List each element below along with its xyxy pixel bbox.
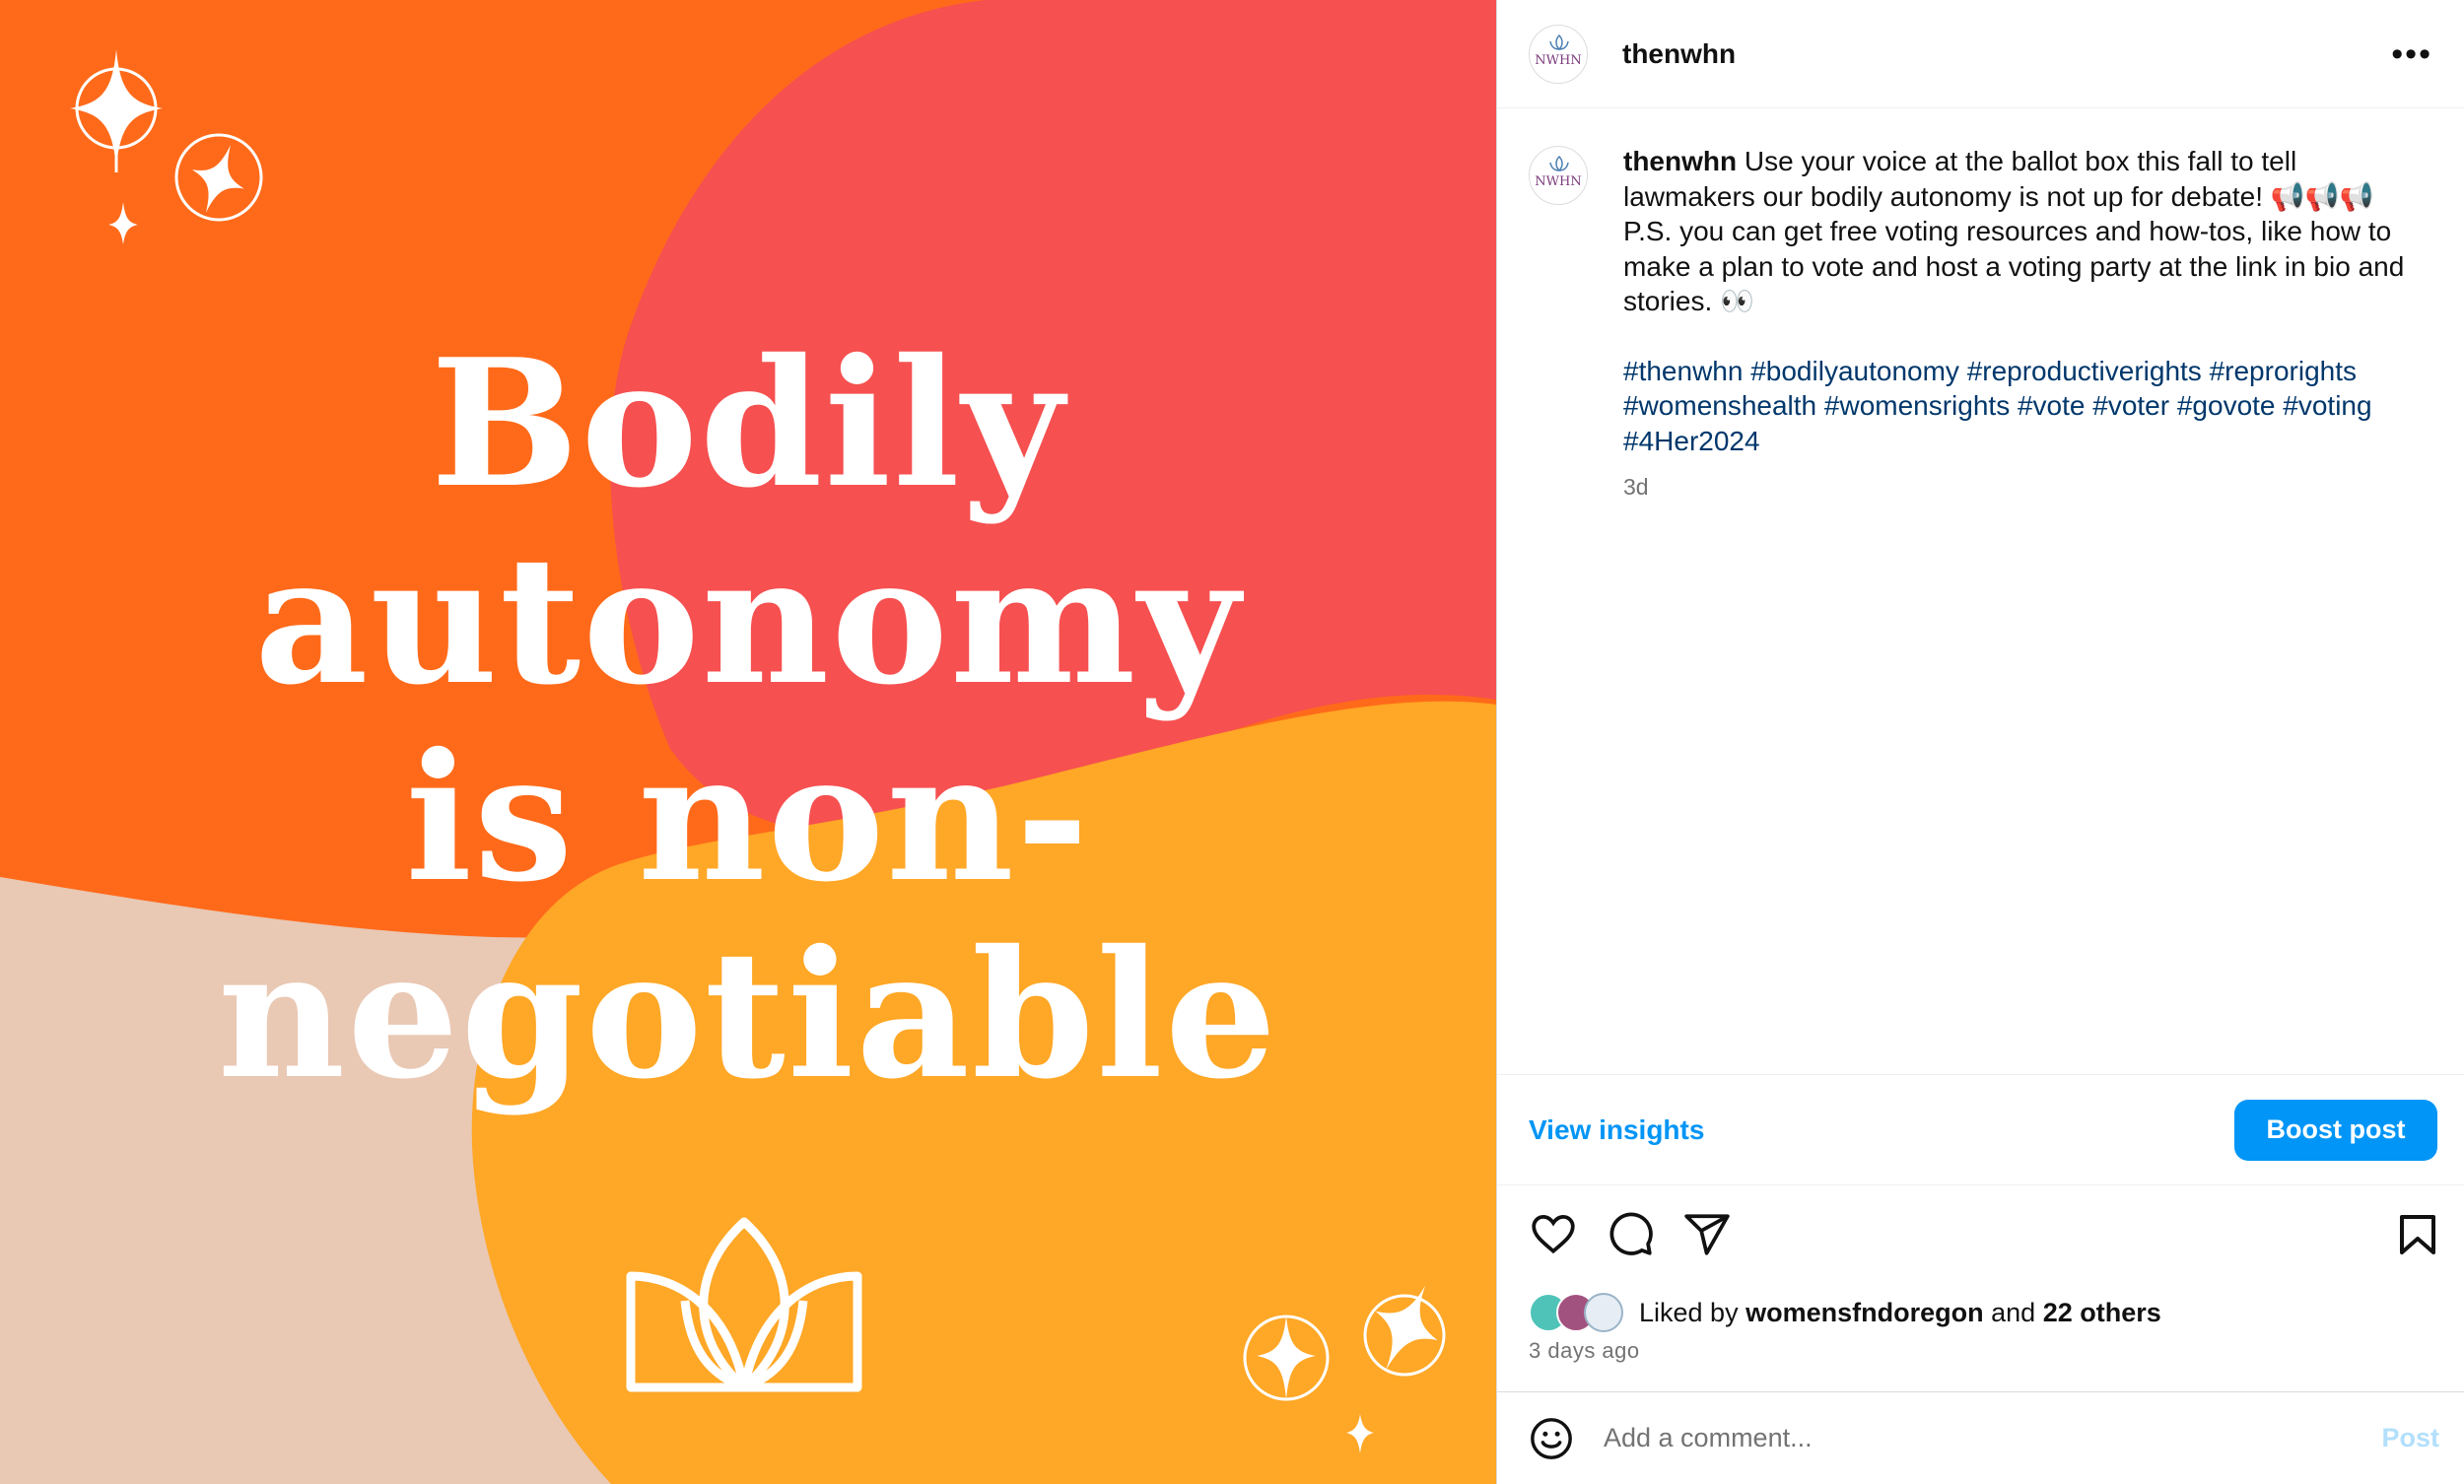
avatar-text: NWHN: [1535, 52, 1582, 68]
caption-avatar[interactable]: NWHN: [1529, 146, 1588, 205]
action-bar: [1529, 1210, 2437, 1265]
bookmark-icon[interactable]: [2396, 1210, 2439, 1259]
likes-others[interactable]: 22 others: [2043, 1298, 2161, 1328]
header-username[interactable]: thenwhn: [1622, 38, 1736, 70]
insights-bar: View insights Boost post: [1497, 1074, 2464, 1185]
likes-prefix: Liked by: [1639, 1297, 1739, 1327]
headline-line-1: Bodily: [430, 320, 1066, 526]
post-image[interactable]: Bodily autonomy is non- negotiable: [0, 0, 1496, 1484]
likes-and: and: [1991, 1297, 2036, 1327]
caption-body: thenwhn Use your voice at the ballot box…: [1623, 144, 2412, 506]
post-comment-button[interactable]: Post: [2381, 1423, 2439, 1453]
headline-line-3: is non-: [405, 714, 1091, 920]
caption-text: Use your voice at the ballot box this fa…: [1623, 146, 2405, 316]
instagram-post-view: Bodily autonomy is non- negotiable NWHN …: [0, 0, 2464, 1484]
lotus-icon: [1549, 34, 1569, 50]
headline-line-2: autonomy: [254, 517, 1242, 723]
comment-bar: Post: [1497, 1391, 2464, 1484]
lotus-icon: [1549, 155, 1569, 172]
caption-age: 3d: [1623, 474, 1649, 500]
share-icon[interactable]: [1682, 1210, 1732, 1259]
boost-post-button[interactable]: Boost post: [2234, 1099, 2437, 1161]
post-side-panel: NWHN thenwhn ••• NWHN thenwhn Use your v…: [1496, 0, 2464, 1484]
emoji-icon[interactable]: [1529, 1416, 1574, 1461]
post-header: NWHN thenwhn •••: [1497, 0, 2464, 108]
post-timestamp: 3 days ago: [1529, 1338, 1640, 1363]
caption-hashtags[interactable]: #thenwhn #bodilyautonomy #reproductiveri…: [1623, 354, 2412, 459]
view-insights-link[interactable]: View insights: [1529, 1114, 1704, 1146]
more-icon[interactable]: •••: [2391, 37, 2432, 71]
avatar-text: NWHN: [1535, 174, 1582, 189]
liker-avatars: [1529, 1293, 1629, 1332]
likes-user[interactable]: womensfndoregon: [1745, 1298, 1984, 1328]
heart-icon[interactable]: [1529, 1210, 1578, 1259]
headline-line-4: negotiable: [217, 911, 1279, 1117]
caption-username[interactable]: thenwhn: [1623, 146, 1737, 176]
comment-icon[interactable]: [1606, 1210, 1655, 1259]
comment-input[interactable]: [1604, 1423, 2353, 1453]
likes-summary: Liked by womensfndoregon and 22 others: [1529, 1293, 2161, 1332]
caption: NWHN thenwhn Use your voice at the ballo…: [1497, 108, 2464, 506]
avatar[interactable]: [1584, 1293, 1623, 1332]
avatar[interactable]: NWHN: [1529, 24, 1588, 84]
post-headline: Bodily autonomy is non- negotiable: [0, 325, 1496, 1113]
